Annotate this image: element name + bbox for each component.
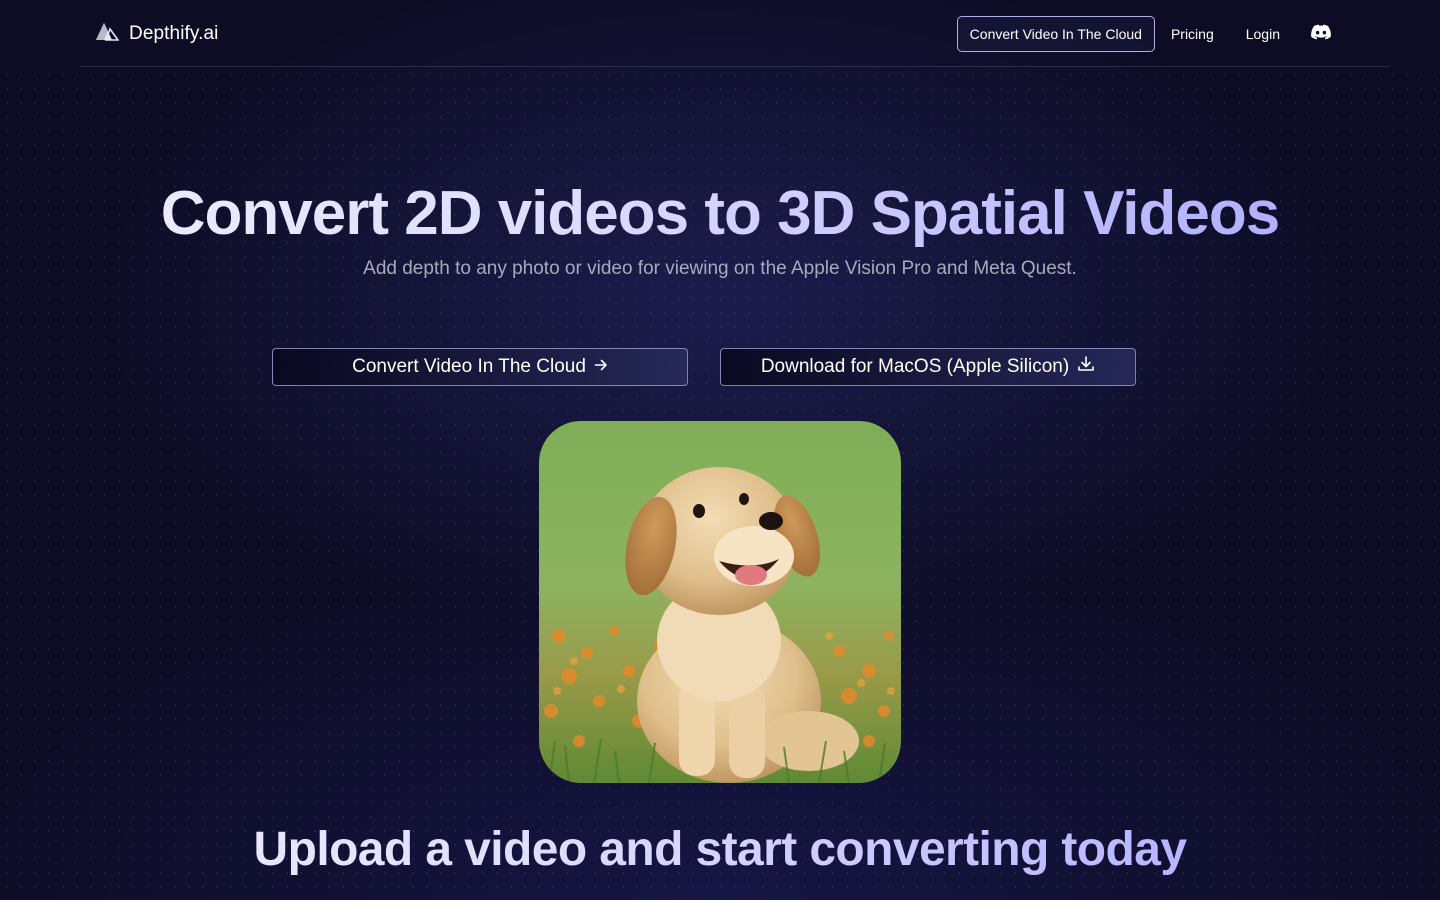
convert-cloud-label: Convert Video In The Cloud: [352, 356, 586, 377]
main-nav: Convert Video In The Cloud Pricing Login: [956, 16, 1332, 52]
download-macos-button[interactable]: Download for MacOS (Apple Silicon): [720, 348, 1136, 386]
upload-section-title: Upload a video and start converting toda…: [0, 822, 1440, 877]
top-navbar: Depthify.ai Convert Video In The Cloud P…: [0, 0, 1440, 68]
arrow-right-icon: [594, 356, 608, 378]
nav-convert-cloud-button[interactable]: Convert Video In The Cloud: [956, 16, 1155, 52]
discord-link[interactable]: [1310, 24, 1332, 45]
mountain-logo-icon: [95, 22, 120, 47]
hero-title: Convert 2D videos to 3D Spatial Videos: [0, 178, 1440, 249]
nav-login-link[interactable]: Login: [1246, 26, 1280, 42]
brand-link[interactable]: Depthify.ai: [95, 20, 218, 48]
nav-pricing-link[interactable]: Pricing: [1171, 26, 1214, 42]
download-macos-label: Download for MacOS (Apple Silicon): [760, 356, 1070, 377]
brand-name: Depthify.ai: [129, 23, 219, 44]
discord-icon: [1310, 24, 1332, 45]
hero-subtitle: Add depth to any photo or video for view…: [363, 258, 1077, 279]
header-divider: [80, 66, 1390, 67]
hero-puppy-image: [539, 421, 901, 783]
download-icon: [1077, 355, 1095, 379]
convert-cloud-button[interactable]: Convert Video In The Cloud: [272, 348, 688, 386]
